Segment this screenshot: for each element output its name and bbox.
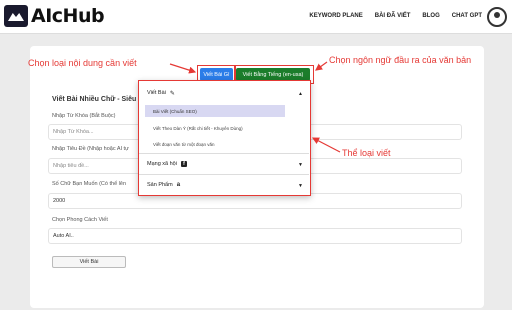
top-header: AIcHub KEYWORD PLANE BÀI ĐÃ VIẾT BLOG CH… — [0, 0, 512, 34]
group-social[interactable]: Mạng xã hội f ▼ — [139, 156, 309, 172]
annotation-choose-language: Chọn ngôn ngữ đầu ra của văn bản — [329, 55, 472, 65]
logo[interactable]: AIcHub — [4, 5, 105, 27]
form-title: Viết Bài Nhiều Chữ - Siêu — [52, 96, 137, 103]
item-outline-article[interactable]: Viết Theo Dàn Ý (Rất chi tiết - Khuyên D… — [145, 122, 285, 134]
nav-chat-gpt[interactable]: CHAT GPT — [452, 13, 482, 19]
item-paragraph-rewrite[interactable]: Viết đoạn văn từ một đoạn văn — [145, 138, 285, 150]
group-label: Sản Phẩm — [147, 182, 173, 188]
nav-written-posts[interactable]: BÀI ĐÃ VIẾT — [375, 13, 411, 19]
divider — [139, 153, 309, 154]
style-select[interactable]: Auto AI.. — [48, 228, 462, 244]
chevron-up-icon: ▲ — [298, 91, 303, 97]
title-label: Nhập Tiêu Đề (Nhập hoặc AI tự — [52, 146, 129, 152]
logo-text: AIcHub — [31, 5, 105, 27]
logo-icon — [4, 5, 28, 27]
avatar[interactable] — [487, 7, 507, 27]
chevron-down-icon: ▼ — [298, 162, 303, 168]
group-label: Mạng xã hội — [147, 161, 177, 167]
facebook-icon: f — [180, 161, 187, 167]
main-nav: KEYWORD PLANE BÀI ĐÃ VIẾT BLOG CHAT GPT — [309, 13, 482, 19]
nav-keyword-plane[interactable]: KEYWORD PLANE — [309, 13, 362, 19]
content-type-dropdown: Viết Bài ✎ ▲ Bài Viết (Chuẩn SEO) Viết T… — [138, 80, 311, 196]
group-product[interactable]: Sản Phẩm a ▼ — [139, 177, 309, 193]
edit-icon: ✎ — [169, 90, 175, 97]
annotation-genre: Thể loại viết — [342, 148, 391, 158]
item-seo-article[interactable]: Bài Viết (Chuẩn SEO) — [145, 105, 285, 117]
amazon-icon: a — [176, 182, 181, 188]
group-viet-bai[interactable]: Viết Bài ✎ ▲ — [139, 85, 309, 101]
submit-button[interactable]: Viết Bài — [52, 256, 126, 268]
chevron-down-icon: ▼ — [298, 183, 303, 189]
wordcount-label: Số Chữ Bạn Muốn (Có thể lên — [52, 181, 127, 187]
nav-blog[interactable]: BLOG — [422, 13, 439, 19]
group-label: Viết Bài — [147, 90, 166, 96]
keyword-label: Nhập Từ Khóa (Bắt Buộc) — [52, 113, 116, 119]
divider — [139, 174, 309, 175]
annotation-choose-type: Chọn loại nội dung cần viết — [28, 58, 137, 68]
style-label: Chọn Phong Cách Viết — [52, 217, 108, 223]
